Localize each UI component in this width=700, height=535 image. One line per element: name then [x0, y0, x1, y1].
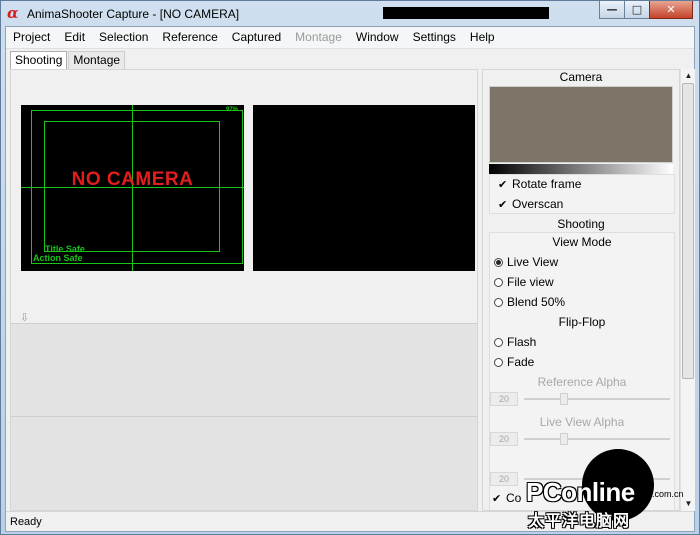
menu-montage: Montage	[295, 30, 342, 44]
action-safe-label: Action Safe	[33, 253, 83, 263]
watermark-subtitle: 太平洋电脑网	[528, 511, 631, 530]
grayscale-gradient	[489, 164, 673, 174]
blend-radio[interactable]: Blend 50%	[494, 295, 565, 309]
radio-icon	[494, 297, 503, 307]
rotate-frame-checkbox[interactable]: ✔ Rotate frame	[498, 177, 581, 191]
camera-options-group: ✔ Rotate frame ✔ Overscan	[489, 174, 675, 214]
flash-label: Flash	[507, 335, 537, 349]
menu-help[interactable]: Help	[463, 27, 502, 49]
live-view-alpha-slider: 20	[490, 432, 672, 446]
maximize-button[interactable]: □	[624, 1, 650, 19]
camera-preview-swatch	[489, 86, 673, 163]
radio-icon	[494, 277, 503, 287]
live-view-label: Live View	[507, 255, 559, 269]
window-controls: — □ ✕	[599, 1, 693, 19]
tab-shooting[interactable]: Shooting	[10, 51, 68, 69]
live-view-alpha-label: Live View Alpha	[539, 415, 625, 429]
menu-project[interactable]: Project	[6, 27, 57, 49]
battery-indicator: 97%	[225, 107, 238, 113]
flip-flop-title: Flip-Flop	[558, 315, 606, 329]
slider-track	[524, 398, 670, 400]
timeline-divider	[11, 416, 477, 417]
tab-bar: Shooting Montage	[10, 51, 126, 69]
menu-reference[interactable]: Reference	[155, 27, 224, 49]
timeline-area[interactable]	[11, 323, 477, 510]
radio-selected-icon	[494, 257, 503, 267]
scroll-up-arrow-icon[interactable]: ▲	[681, 69, 696, 83]
slider-thumb	[560, 433, 568, 445]
menu-settings[interactable]: Settings	[406, 27, 463, 49]
slider-track	[524, 438, 670, 440]
overscan-checkbox[interactable]: ✔ Overscan	[498, 197, 563, 211]
reference-alpha-value: 20	[490, 392, 518, 406]
menu-edit[interactable]: Edit	[57, 27, 92, 49]
pconline-watermark: PConline .com.cn 太平洋电脑网	[524, 449, 694, 530]
check-icon: ✔	[498, 178, 508, 191]
client-area: Project Edit Selection Reference Capture…	[5, 26, 695, 532]
close-button[interactable]: ✕	[649, 1, 693, 19]
menu-selection[interactable]: Selection	[92, 27, 155, 49]
fade-radio[interactable]: Fade	[494, 355, 534, 369]
control-panel: Camera ✔ Rotate frame ✔ Overscan Shootin…	[482, 69, 680, 511]
flash-radio[interactable]: Flash	[494, 335, 536, 349]
partial-checkbox[interactable]: ✔ Co	[492, 491, 521, 505]
no-camera-message: NO CAMERA	[71, 169, 194, 190]
check-icon: ✔	[498, 198, 508, 211]
check-icon: ✔	[492, 492, 502, 505]
rotate-frame-label: Rotate frame	[512, 177, 582, 191]
blend-label: Blend 50%	[507, 295, 566, 309]
viewer-pane: NO CAMERA Title Safe Action Safe 97% ⇩	[10, 69, 478, 511]
radio-icon	[494, 337, 503, 347]
fade-label: Fade	[507, 355, 535, 369]
slider-thumb	[560, 393, 568, 405]
redacted-region	[383, 7, 549, 19]
camera-section-title: Camera	[559, 70, 603, 84]
app-logo-icon: α	[7, 4, 19, 22]
view-mode-title: View Mode	[552, 235, 612, 249]
app-window: α AnimaShooter Capture - [NO CAMERA] — □…	[0, 0, 700, 535]
shooting-section-title: Shooting	[557, 217, 605, 231]
window-title: AnimaShooter Capture - [NO CAMERA]	[27, 7, 240, 21]
menu-bar: Project Edit Selection Reference Capture…	[6, 27, 694, 49]
menu-window[interactable]: Window	[349, 27, 406, 49]
file-view-radio[interactable]: File view	[494, 275, 554, 289]
status-text: Ready	[10, 516, 42, 528]
minimize-button[interactable]: —	[599, 1, 625, 19]
radio-icon	[494, 357, 503, 367]
live-view-radio[interactable]: Live View	[494, 255, 558, 269]
panel-scrollbar[interactable]: ▲ ▼	[680, 69, 695, 511]
live-view-display[interactable]: NO CAMERA Title Safe Action Safe 97%	[21, 105, 244, 271]
reference-alpha-label: Reference Alpha	[537, 375, 627, 389]
file-view-display[interactable]	[253, 105, 475, 271]
third-alpha-value: 20	[490, 472, 518, 486]
menu-captured[interactable]: Captured	[225, 27, 288, 49]
file-view-label: File view	[507, 275, 554, 289]
title-bar[interactable]: α AnimaShooter Capture - [NO CAMERA] — □…	[1, 1, 699, 27]
partial-checkbox-label: Co	[506, 491, 522, 505]
tab-montage[interactable]: Montage	[68, 51, 126, 69]
watermark-domain: .com.cn	[652, 489, 684, 499]
reference-alpha-slider: 20	[490, 392, 672, 406]
overscan-label: Overscan	[512, 197, 564, 211]
scroll-thumb[interactable]	[682, 83, 694, 379]
watermark-brand: PConline	[526, 477, 635, 507]
live-view-alpha-value: 20	[490, 432, 518, 446]
